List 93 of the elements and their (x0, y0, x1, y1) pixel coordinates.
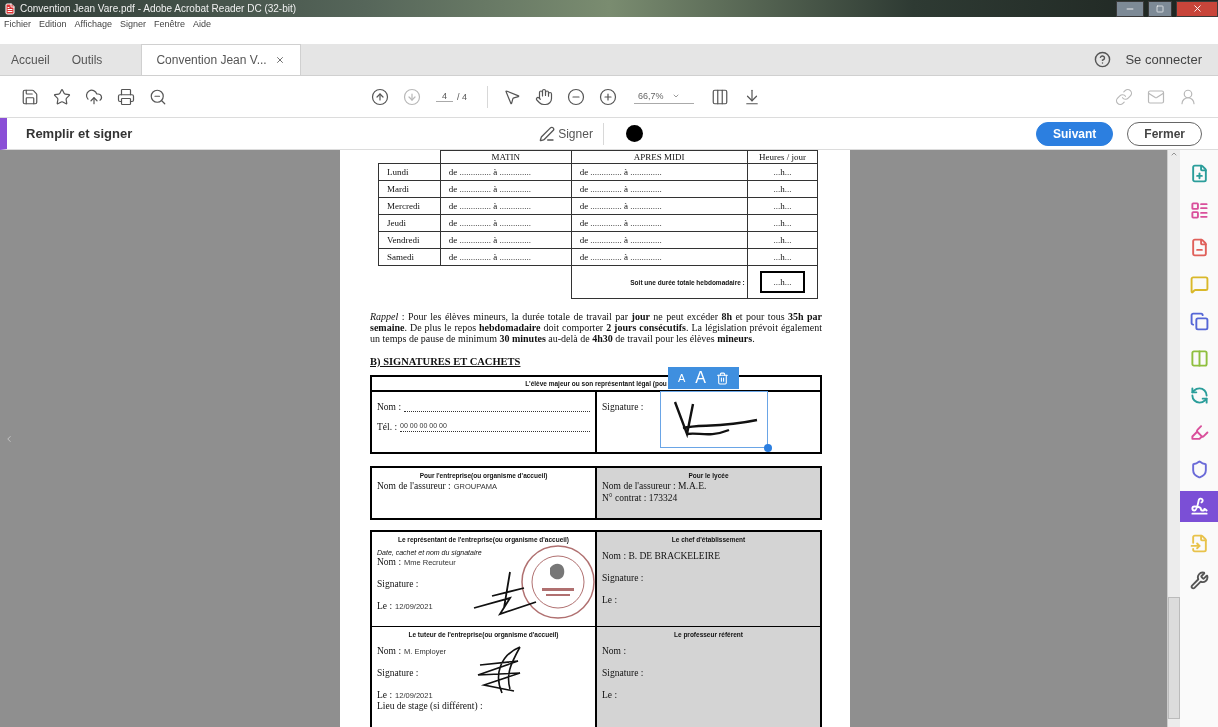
table-cell: Lundi (378, 163, 441, 181)
field-label: N° contrat : 173324 (602, 493, 678, 503)
column-header: MATIN (440, 150, 572, 164)
tab[interactable]: Outils (60, 44, 114, 75)
menu-item[interactable]: Fichier (4, 18, 31, 29)
table-cell: ...h... (747, 180, 818, 198)
hand-icon[interactable] (535, 87, 554, 106)
table-cell: de .............. à .............. (440, 248, 572, 266)
column-header: Heures / jour (747, 150, 818, 164)
table-cell: de .............. à .............. (571, 180, 748, 198)
printer-icon[interactable] (117, 87, 135, 106)
field-label: Le : (377, 690, 393, 700)
signature-icon[interactable] (1180, 491, 1218, 522)
pen-icon[interactable] (539, 125, 556, 142)
scroll-up-icon[interactable] (1170, 150, 1178, 158)
table-cell: de .............. à .............. (571, 197, 748, 215)
section-heading: B) SIGNATURES ET CACHETS (370, 356, 522, 367)
table-cell: Mercredi (378, 197, 441, 215)
field-label: Le : (602, 595, 618, 605)
help-icon[interactable] (1094, 51, 1112, 68)
field-label: Le : (377, 601, 393, 611)
table-cell: ...h... (747, 163, 818, 181)
table-cell: Vendredi (378, 231, 441, 249)
minimize-button[interactable] (1116, 0, 1144, 17)
app-icon (4, 2, 16, 15)
field-label: Signature : (602, 668, 644, 678)
column-header: APRES MIDI (571, 150, 748, 164)
field-label: Nom : (377, 402, 401, 412)
close-button[interactable] (1176, 0, 1218, 17)
arrow-up-icon[interactable] (371, 87, 389, 106)
table-cell: de .............. à .............. (440, 163, 572, 181)
field-label: Nom : (602, 646, 626, 656)
close-button[interactable]: Fermer (1127, 121, 1202, 146)
resize-handle[interactable] (764, 444, 772, 452)
plus-circle-icon[interactable] (599, 87, 618, 106)
menu-item[interactable]: Signer (119, 18, 146, 29)
maximize-button[interactable] (1148, 0, 1172, 17)
scrollbar[interactable] (1167, 150, 1180, 727)
field-label: Signature : (377, 579, 419, 589)
table-cell: Samedi (378, 248, 441, 266)
field-label: Nom : B. DE BRACKELEIRE (602, 551, 720, 561)
field-label: Nom de l'assureur : (377, 481, 451, 491)
field-label: Lieu de stage (si différent) : (377, 701, 483, 711)
close-icon[interactable] (274, 55, 285, 65)
field-label: Nom de l'assureur : M.A.E. (602, 481, 707, 491)
ink-color-swatch[interactable] (625, 125, 643, 142)
page-fit-icon[interactable] (711, 87, 730, 106)
total-field: ...h... (759, 271, 805, 293)
table-cell: Mardi (378, 180, 441, 198)
menu-item[interactable]: Fenêtre (153, 18, 185, 29)
sign-button[interactable]: Signer (537, 123, 595, 144)
page-total: / 4 (457, 91, 468, 102)
zoom-dropdown[interactable]: 66,7% (634, 89, 695, 104)
menu-item[interactable]: Affichage (74, 18, 112, 29)
table-cell: de .............. à .............. (440, 231, 572, 249)
cloud-upload-icon[interactable] (85, 87, 103, 106)
table-cell: ...h... (747, 197, 818, 215)
minus-circle-icon[interactable] (567, 87, 586, 106)
caret-icon[interactable] (671, 92, 680, 100)
table-cell: de .............. à .............. (571, 214, 748, 232)
field-label: Tél. : (377, 422, 398, 432)
scroll-thumb[interactable] (1168, 597, 1180, 719)
table-cell: de .............. à .............. (571, 163, 748, 181)
field-label: Nom : (377, 646, 401, 656)
window-title: Convention Jean Vare.pdf - Adobe Acrobat Reader DC (32-bit) (20, 3, 298, 14)
table-cell: ...h... (747, 214, 818, 232)
next-button[interactable]: Suivant (1035, 121, 1114, 146)
save-icon[interactable] (21, 87, 39, 106)
panel-title: Remplir et signer (26, 126, 133, 141)
table-cell: de .............. à .............. (440, 214, 572, 232)
field-label: Signature : (602, 402, 644, 412)
table-cell: de .............. à .............. (571, 231, 748, 249)
tab[interactable]: Accueil (0, 44, 61, 75)
field-label: Nom : (377, 557, 401, 567)
field-label: Le : (602, 690, 618, 700)
tab[interactable]: Convention Jean V... (141, 44, 302, 75)
table-cell: ...h... (747, 248, 818, 266)
menu-item[interactable]: Aide (192, 18, 211, 29)
table-cell: de .............. à .............. (440, 197, 572, 215)
table-cell: de .............. à .............. (571, 248, 748, 266)
close-icon[interactable] (1191, 3, 1203, 14)
table-cell: Jeudi (378, 214, 441, 232)
field-label: Signature : (377, 668, 419, 678)
star-icon[interactable] (53, 87, 71, 106)
field-label: Signature : (602, 573, 644, 583)
table-cell: de .............. à .............. (440, 180, 572, 198)
page-number-field[interactable]: 4 (436, 91, 453, 102)
table-cell: ...h... (747, 231, 818, 249)
notice-paragraph: Rappel : Pour les élèves mineurs, la durée totale de travail par jour ne peut excéder 8h et pour tous 35h par semaine. De plus le repos hebdomadaire doit comporter 2 jours consécutifs. La législation prévoit également un temps de pause de minimum 30 minutes au-delà de 4h30 de travail pour les élèves mineurs. (370, 311, 822, 344)
zoom-out-icon[interactable] (149, 87, 167, 106)
pointer-icon[interactable] (503, 87, 522, 106)
sign-in-link[interactable]: Se connecter (1111, 52, 1218, 67)
menu-item[interactable]: Edition (39, 18, 67, 29)
